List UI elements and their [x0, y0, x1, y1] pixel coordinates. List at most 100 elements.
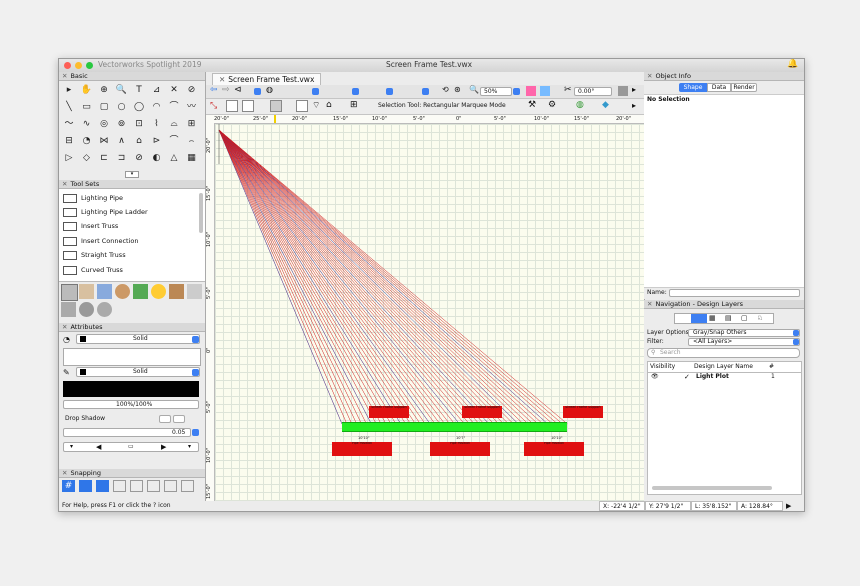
page-view-icon[interactable] [618, 86, 628, 96]
coord-length[interactable]: L: 35'8.152" [691, 501, 737, 511]
list-item[interactable]: Insert Connection [63, 234, 139, 248]
line-weight-field[interactable]: 0.05 [63, 428, 191, 437]
back-icon[interactable]: ⇦ [210, 85, 218, 95]
bell-icon[interactable]: 🔔 [787, 59, 798, 69]
spotlight-toolset-icon[interactable] [61, 284, 78, 301]
tab-data[interactable]: Data [707, 83, 731, 92]
detail-toolset-icon[interactable] [187, 284, 202, 299]
polygon-select-icon[interactable]: ⌂ [326, 100, 332, 110]
rotation-field[interactable]: 0.00° [574, 87, 612, 96]
flyover-icon[interactable]: ⊛ [454, 85, 461, 94]
basic-tool-icon[interactable]: ⋈ [98, 135, 110, 147]
basic-tool-icon[interactable]: ◔ [81, 135, 93, 147]
snap-point-icon[interactable] [164, 480, 177, 492]
truss-element[interactable] [342, 422, 567, 432]
table-row[interactable]: 👁 ✓ Light Plot 1 [648, 373, 801, 382]
previous-view-icon[interactable]: ⊲ [234, 85, 242, 95]
shadow-toggle-button[interactable] [159, 415, 171, 423]
chevron-down-icon[interactable]: ▾ [70, 443, 73, 450]
basic-tool-icon[interactable]: ◐ [151, 152, 163, 164]
basic-tool-icon[interactable]: ◠ [151, 101, 163, 113]
snap-angle-icon[interactable] [96, 480, 109, 492]
layer-dropdown[interactable] [386, 88, 393, 95]
eyedropper-icon[interactable]: ⚒ [528, 100, 536, 110]
forward-icon[interactable]: ⇨ [222, 85, 230, 95]
tab-render[interactable]: Render [731, 83, 757, 92]
name-field[interactable] [669, 289, 800, 297]
basic-tool-icon[interactable]: ⊏ [98, 152, 110, 164]
snap-grid-icon[interactable]: # [62, 480, 75, 492]
basic-tool-icon[interactable]: ⊳ [151, 135, 163, 147]
coord-x[interactable]: X: -22'4 1/2" [599, 501, 645, 511]
pipe-position-tag[interactable]: Pipe Position [430, 442, 490, 456]
layer-options-select[interactable]: Gray/Snap Others [688, 329, 800, 337]
attributes-title[interactable]: ✕ Attributes [59, 323, 205, 332]
list-item[interactable]: Lighting Pipe Ladder [63, 205, 148, 219]
fabricate-toolset-icon[interactable] [61, 302, 76, 317]
column-header[interactable]: Visibility [650, 363, 675, 371]
furniture-toolset-icon[interactable] [169, 284, 184, 299]
coord-angle[interactable]: A: 128.84° [737, 501, 783, 511]
ruler-top[interactable]: 20'-0" 25'-0" 20'-0" 15'-0" 10'-0" 5'-0"… [206, 115, 644, 124]
tab-document[interactable]: ✕ Screen Frame Test.vwx [212, 73, 322, 85]
gear-icon[interactable]: ⚙ [548, 100, 556, 110]
basic-tool-icon[interactable]: ⌒ [168, 101, 180, 113]
play-icon[interactable]: ▶ [786, 502, 791, 510]
coord-y[interactable]: Y: 27'9 1/2" [645, 501, 691, 511]
basic-tool-icon[interactable]: ⊘ [133, 152, 145, 164]
toolsets-title[interactable]: ✕ Tool Sets [59, 180, 205, 189]
basic-tool-icon[interactable]: ▷ [63, 152, 75, 164]
snap-loci-icon[interactable]: ⊞ [350, 100, 358, 110]
eye-icon[interactable]: 👁 [651, 373, 659, 380]
snap-tangent-icon[interactable] [147, 480, 160, 492]
zoom-icon[interactable]: 🔍 [469, 85, 479, 94]
class-dropdown[interactable] [352, 88, 359, 95]
arrow-right-icon[interactable]: ▶ [161, 443, 166, 451]
selection-mode-icon[interactable]: ⤡ [210, 101, 217, 111]
column-header[interactable]: Design Layer Name [694, 363, 753, 371]
snap-object-icon[interactable] [79, 480, 92, 492]
basic-palette-title[interactable]: ✕ Basic [59, 72, 205, 81]
basic-tool-icon[interactable]: ⊞ [186, 118, 198, 130]
pen-style-select[interactable]: Solid [76, 367, 200, 377]
column-header[interactable]: # [769, 363, 774, 371]
pipe-position-tag[interactable]: Pipe Position [524, 442, 584, 456]
more-icon[interactable]: ▸ [632, 85, 636, 94]
nav-references-icon[interactable]: ♘ [757, 315, 763, 322]
lasso-mode-icon[interactable] [242, 100, 254, 112]
basic-tool-icon[interactable]: ⊡ [133, 118, 145, 130]
nav-classes-icon[interactable]: ▤ [725, 315, 732, 322]
render-dropdown[interactable] [422, 88, 429, 95]
fixture-toolset-icon[interactable] [115, 284, 130, 299]
basic-tool-icon[interactable]: ⌒ [168, 135, 180, 147]
chevron-down-icon[interactable]: ▾ [188, 443, 191, 450]
support-label[interactable]: Screen Frame Support [462, 406, 502, 418]
zoom-field[interactable]: 50% [480, 87, 512, 96]
object-info-title[interactable]: ✕ Object Info [644, 72, 804, 81]
nav-design-layers-icon[interactable] [691, 314, 707, 323]
more-icon[interactable]: ▸ [632, 101, 636, 110]
drawing-canvas[interactable]: Screen Frame Support Screen Frame Suppor… [215, 124, 644, 501]
basic-tool-icon[interactable]: ◯ [133, 101, 145, 113]
basic-tool-icon[interactable]: ✕ [168, 84, 180, 96]
basic-tool-icon[interactable]: ▭ [81, 101, 93, 113]
view-dropdown[interactable] [312, 88, 319, 95]
layers-icon[interactable]: ◍ [266, 85, 273, 94]
filter-select[interactable]: <All Layers> [688, 338, 800, 346]
basic-tool-icon[interactable]: ⊟ [63, 135, 75, 147]
basic-tool-icon[interactable]: ⊘ [186, 84, 198, 96]
opacity-field[interactable]: 100%/100% [63, 400, 199, 409]
rectangle-select-icon[interactable] [296, 100, 308, 112]
arrowhead-row[interactable]: ▾ ◀ ▭ ▶ ▾ [63, 442, 199, 452]
gear-icon[interactable] [97, 302, 112, 317]
basic-tool-icon[interactable]: ○ [116, 101, 128, 113]
basic-tool-icon[interactable]: ◇ [81, 152, 93, 164]
basic-tool-icon[interactable]: ▦ [186, 152, 198, 164]
list-item[interactable]: Lighting Pipe [63, 191, 123, 205]
marquee-mode-icon[interactable] [226, 100, 238, 112]
basic-tool-icon[interactable]: ⊐ [116, 152, 128, 164]
rotate-icon[interactable]: ⟲ [442, 85, 449, 94]
nav-views-icon[interactable]: ▢ [741, 315, 748, 322]
chevron-down-icon[interactable] [192, 429, 199, 436]
unified-view-icon[interactable] [540, 86, 550, 96]
